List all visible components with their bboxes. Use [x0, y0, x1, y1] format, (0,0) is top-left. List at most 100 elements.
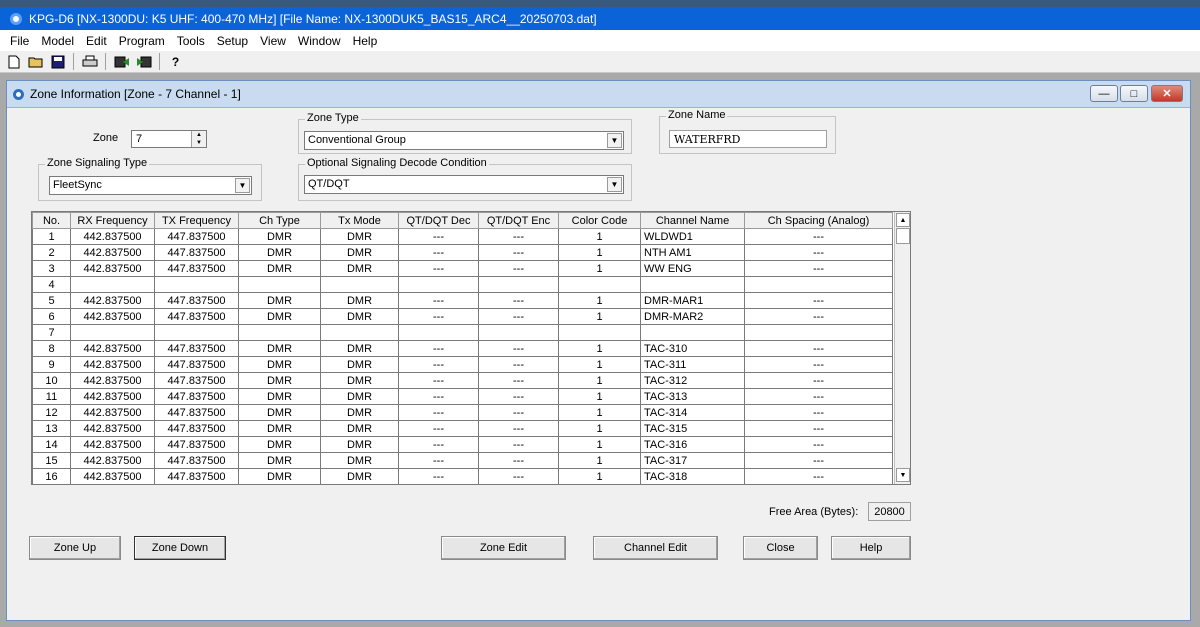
table-row[interactable]: 11 442.837500 447.837500 DMR DMR --- --- 1 TAC-3… — [32, 388, 893, 405]
cell-ch-type[interactable]: DMR — [238, 388, 321, 405]
cell-no[interactable]: 9 — [32, 356, 71, 373]
cell-qt-dqt-dec[interactable]: --- — [398, 436, 479, 453]
restore-button[interactable]: □ — [1120, 85, 1148, 102]
menu-help[interactable]: Help — [347, 34, 384, 48]
cell-no[interactable]: 8 — [32, 340, 71, 357]
cell-tx-mode[interactable]: DMR — [320, 436, 399, 453]
cell-qt-dqt-dec[interactable]: --- — [398, 308, 479, 325]
col-channel-name[interactable]: Channel Name — [640, 212, 745, 229]
cell-rx-frequency[interactable]: 442.837500 — [70, 356, 155, 373]
cell-color-code[interactable]: 1 — [558, 244, 641, 261]
cell-qt-dqt-dec[interactable]: --- — [398, 468, 479, 484]
table-row[interactable]: 2 442.837500 447.837500 DMR DMR --- --- 1 NTH AM… — [32, 244, 893, 261]
cell-rx-frequency[interactable]: 442.837500 — [70, 228, 155, 245]
new-file-icon[interactable] — [4, 53, 23, 71]
cell-no[interactable]: 1 — [32, 228, 71, 245]
cell-color-code[interactable] — [558, 276, 641, 293]
help-icon[interactable]: ? — [166, 53, 185, 71]
help-button[interactable]: Help — [831, 536, 911, 560]
cell-no[interactable]: 2 — [32, 244, 71, 261]
cell-no[interactable]: 6 — [32, 308, 71, 325]
cell-qt-dqt-enc[interactable]: --- — [478, 452, 559, 469]
cell-ch-type[interactable]: DMR — [238, 468, 321, 484]
cell-qt-dqt-enc[interactable]: --- — [478, 372, 559, 389]
close-window-button[interactable]: ✕ — [1151, 85, 1183, 102]
col-qt-dqt-enc[interactable]: QT/DQT Enc — [478, 212, 559, 229]
zone-type-select[interactable]: Conventional Group ▼ — [304, 131, 624, 150]
cell-ch-spacing[interactable]: --- — [744, 340, 893, 357]
cell-tx-frequency[interactable] — [154, 276, 239, 293]
cell-qt-dqt-enc[interactable]: --- — [478, 356, 559, 373]
cell-ch-spacing[interactable]: --- — [744, 228, 893, 245]
cell-ch-type[interactable]: DMR — [238, 260, 321, 277]
cell-channel-name[interactable]: TAC-318 — [640, 468, 745, 484]
cell-qt-dqt-dec[interactable]: --- — [398, 420, 479, 437]
cell-ch-type[interactable] — [238, 276, 321, 293]
cell-color-code[interactable]: 1 — [558, 372, 641, 389]
menu-file[interactable]: File — [4, 34, 35, 48]
cell-ch-type[interactable]: DMR — [238, 228, 321, 245]
close-button[interactable]: Close — [743, 536, 818, 560]
table-row[interactable]: 10 442.837500 447.837500 DMR DMR --- --- 1 TAC-3… — [32, 372, 893, 389]
cell-tx-mode[interactable]: DMR — [320, 260, 399, 277]
cell-ch-type[interactable]: DMR — [238, 452, 321, 469]
cell-qt-dqt-enc[interactable]: --- — [478, 292, 559, 309]
cell-qt-dqt-dec[interactable]: --- — [398, 340, 479, 357]
cell-qt-dqt-enc[interactable]: --- — [478, 436, 559, 453]
cell-rx-frequency[interactable]: 442.837500 — [70, 340, 155, 357]
cell-rx-frequency[interactable]: 442.837500 — [70, 244, 155, 261]
cell-ch-spacing[interactable]: --- — [744, 404, 893, 421]
table-row[interactable]: 8 442.837500 447.837500 DMR DMR --- --- 1 TAC-31… — [32, 340, 893, 357]
cell-qt-dqt-dec[interactable] — [398, 324, 479, 341]
cell-channel-name[interactable]: DMR-MAR1 — [640, 292, 745, 309]
cell-tx-frequency[interactable]: 447.837500 — [154, 420, 239, 437]
cell-rx-frequency[interactable]: 442.837500 — [70, 308, 155, 325]
col-rx-frequency[interactable]: RX Frequency — [70, 212, 155, 229]
cell-ch-type[interactable]: DMR — [238, 308, 321, 325]
cell-color-code[interactable]: 1 — [558, 292, 641, 309]
cell-qt-dqt-dec[interactable]: --- — [398, 452, 479, 469]
cell-tx-mode[interactable]: DMR — [320, 228, 399, 245]
cell-rx-frequency[interactable]: 442.837500 — [70, 388, 155, 405]
col-ch-type[interactable]: Ch Type — [238, 212, 321, 229]
print-icon[interactable] — [80, 53, 99, 71]
cell-qt-dqt-enc[interactable]: --- — [478, 340, 559, 357]
channel-table[interactable]: No. RX Frequency TX Frequency Ch Type Tx… — [31, 211, 911, 485]
cell-no[interactable]: 12 — [32, 404, 71, 421]
zone-spinner[interactable]: 7 ▲ ▼ — [131, 130, 207, 148]
save-disk-icon[interactable] — [48, 53, 67, 71]
scroll-thumb[interactable] — [896, 228, 910, 244]
cell-tx-frequency[interactable]: 447.837500 — [154, 356, 239, 373]
cell-rx-frequency[interactable] — [70, 324, 155, 341]
cell-channel-name[interactable]: TAC-315 — [640, 420, 745, 437]
cell-tx-mode[interactable]: DMR — [320, 468, 399, 484]
cell-ch-spacing[interactable]: --- — [744, 292, 893, 309]
cell-channel-name[interactable]: NTH AM1 — [640, 244, 745, 261]
cell-tx-frequency[interactable]: 447.837500 — [154, 388, 239, 405]
cell-no[interactable]: 3 — [32, 260, 71, 277]
cell-tx-frequency[interactable]: 447.837500 — [154, 308, 239, 325]
cell-ch-type[interactable]: DMR — [238, 372, 321, 389]
cell-qt-dqt-enc[interactable]: --- — [478, 228, 559, 245]
cell-rx-frequency[interactable] — [70, 276, 155, 293]
cell-tx-frequency[interactable]: 447.837500 — [154, 452, 239, 469]
zone-name-input[interactable]: WATERFRD — [669, 130, 827, 148]
cell-no[interactable]: 5 — [32, 292, 71, 309]
cell-tx-mode[interactable]: DMR — [320, 388, 399, 405]
cell-color-code[interactable]: 1 — [558, 388, 641, 405]
cell-tx-mode[interactable]: DMR — [320, 292, 399, 309]
cell-qt-dqt-enc[interactable]: --- — [478, 388, 559, 405]
table-row[interactable]: 9 442.837500 447.837500 DMR DMR --- --- 1 TAC-31… — [32, 356, 893, 373]
cell-tx-frequency[interactable]: 447.837500 — [154, 372, 239, 389]
zone-up-button[interactable]: Zone Up — [29, 536, 121, 560]
table-scrollbar[interactable]: ▲ ▼ — [894, 212, 910, 484]
cell-rx-frequency[interactable]: 442.837500 — [70, 292, 155, 309]
table-row[interactable]: 16 442.837500 447.837500 DMR DMR --- --- 1 TAC-3… — [32, 468, 893, 484]
cell-rx-frequency[interactable]: 442.837500 — [70, 404, 155, 421]
cell-channel-name[interactable]: TAC-310 — [640, 340, 745, 357]
cell-rx-frequency[interactable]: 442.837500 — [70, 468, 155, 484]
cell-no[interactable]: 11 — [32, 388, 71, 405]
menu-model[interactable]: Model — [35, 34, 80, 48]
col-ch-spacing[interactable]: Ch Spacing (Analog) — [744, 212, 893, 229]
table-row[interactable]: 14 442.837500 447.837500 DMR DMR --- --- 1 TAC-3… — [32, 436, 893, 453]
